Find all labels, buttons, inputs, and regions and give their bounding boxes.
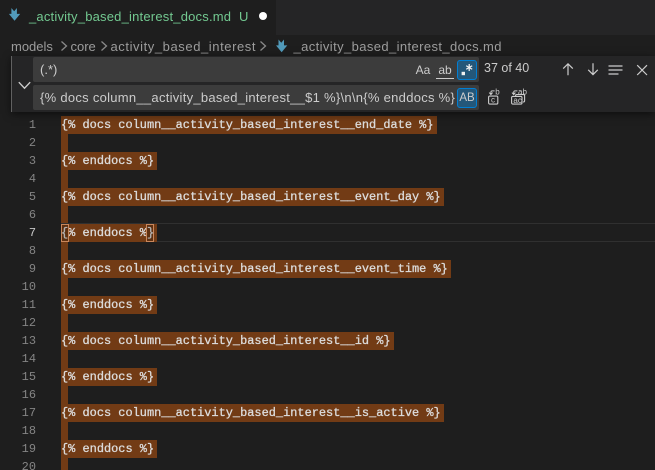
svg-text:b: b [495, 87, 500, 96]
svg-text:c: c [491, 96, 495, 105]
svg-text:ac: ac [513, 96, 521, 105]
